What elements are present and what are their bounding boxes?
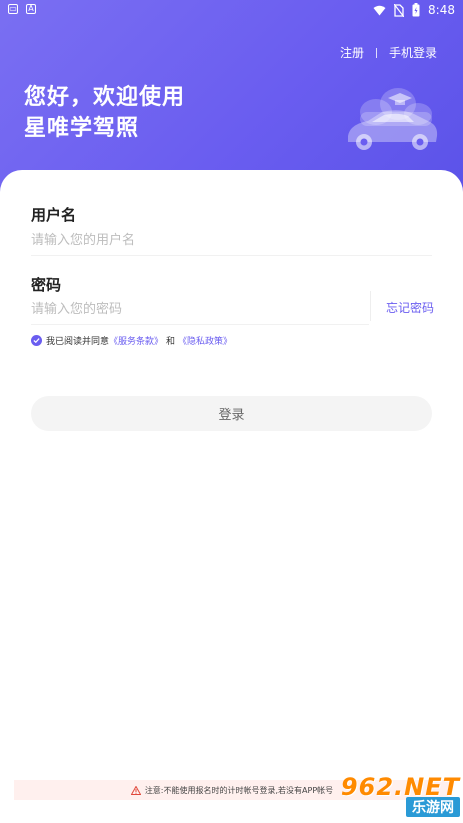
login-button[interactable]: 登录 bbox=[31, 396, 432, 431]
nav-divider bbox=[375, 47, 377, 58]
agree-text: 我已阅读并同意 bbox=[46, 337, 110, 347]
password-label: 密码 bbox=[31, 276, 62, 294]
password-input[interactable] bbox=[31, 295, 369, 324]
agree-checkbox[interactable] bbox=[31, 335, 42, 346]
privacy-link[interactable]: 《隐私政策》 bbox=[178, 334, 232, 347]
and-text: 和 bbox=[166, 337, 176, 347]
battery-icon bbox=[412, 3, 420, 17]
login-card: 用户名 密码 忘记密码 我已阅读并同意 《服务条款》 和 《隐私政策》 登录 bbox=[0, 170, 463, 823]
forgot-password-link[interactable]: 忘记密码 bbox=[386, 299, 434, 316]
wifi-icon bbox=[373, 5, 386, 15]
terms-link[interactable]: 《服务条款》 bbox=[109, 334, 163, 347]
password-field bbox=[31, 295, 369, 325]
welcome-title: 您好，欢迎使用 星唯学驾照 bbox=[24, 82, 185, 144]
keyboard-icon: ▭ bbox=[8, 4, 18, 14]
warning-icon bbox=[130, 785, 141, 795]
status-bar: ▭ A 8:48 bbox=[0, 0, 463, 20]
watermark-bottom: 乐游网 bbox=[406, 797, 460, 817]
username-input[interactable] bbox=[31, 226, 432, 255]
password-divider bbox=[370, 291, 371, 321]
username-label: 用户名 bbox=[31, 206, 77, 224]
username-field bbox=[31, 226, 432, 256]
top-nav: 注册 手机登录 bbox=[340, 44, 437, 61]
welcome-line-2: 星唯学驾照 bbox=[24, 116, 140, 141]
status-time: 8:48 bbox=[428, 3, 455, 17]
car-graduation-illustration-icon bbox=[348, 88, 438, 150]
font-icon: A bbox=[26, 4, 36, 14]
notice-text: 注意:不能使用报名时的计时帐号登录,若没有APP帐号 bbox=[144, 785, 334, 795]
check-icon bbox=[33, 338, 40, 344]
agreement-row: 我已阅读并同意 《服务条款》 和 《隐私政策》 bbox=[31, 334, 232, 347]
phone-login-link[interactable]: 手机登录 bbox=[389, 44, 437, 61]
register-link[interactable]: 注册 bbox=[340, 44, 364, 61]
no-sim-icon bbox=[394, 3, 405, 17]
welcome-line-1: 您好，欢迎使用 bbox=[24, 85, 186, 110]
watermark-logo: 962.NET 乐游网 bbox=[326, 772, 460, 818]
